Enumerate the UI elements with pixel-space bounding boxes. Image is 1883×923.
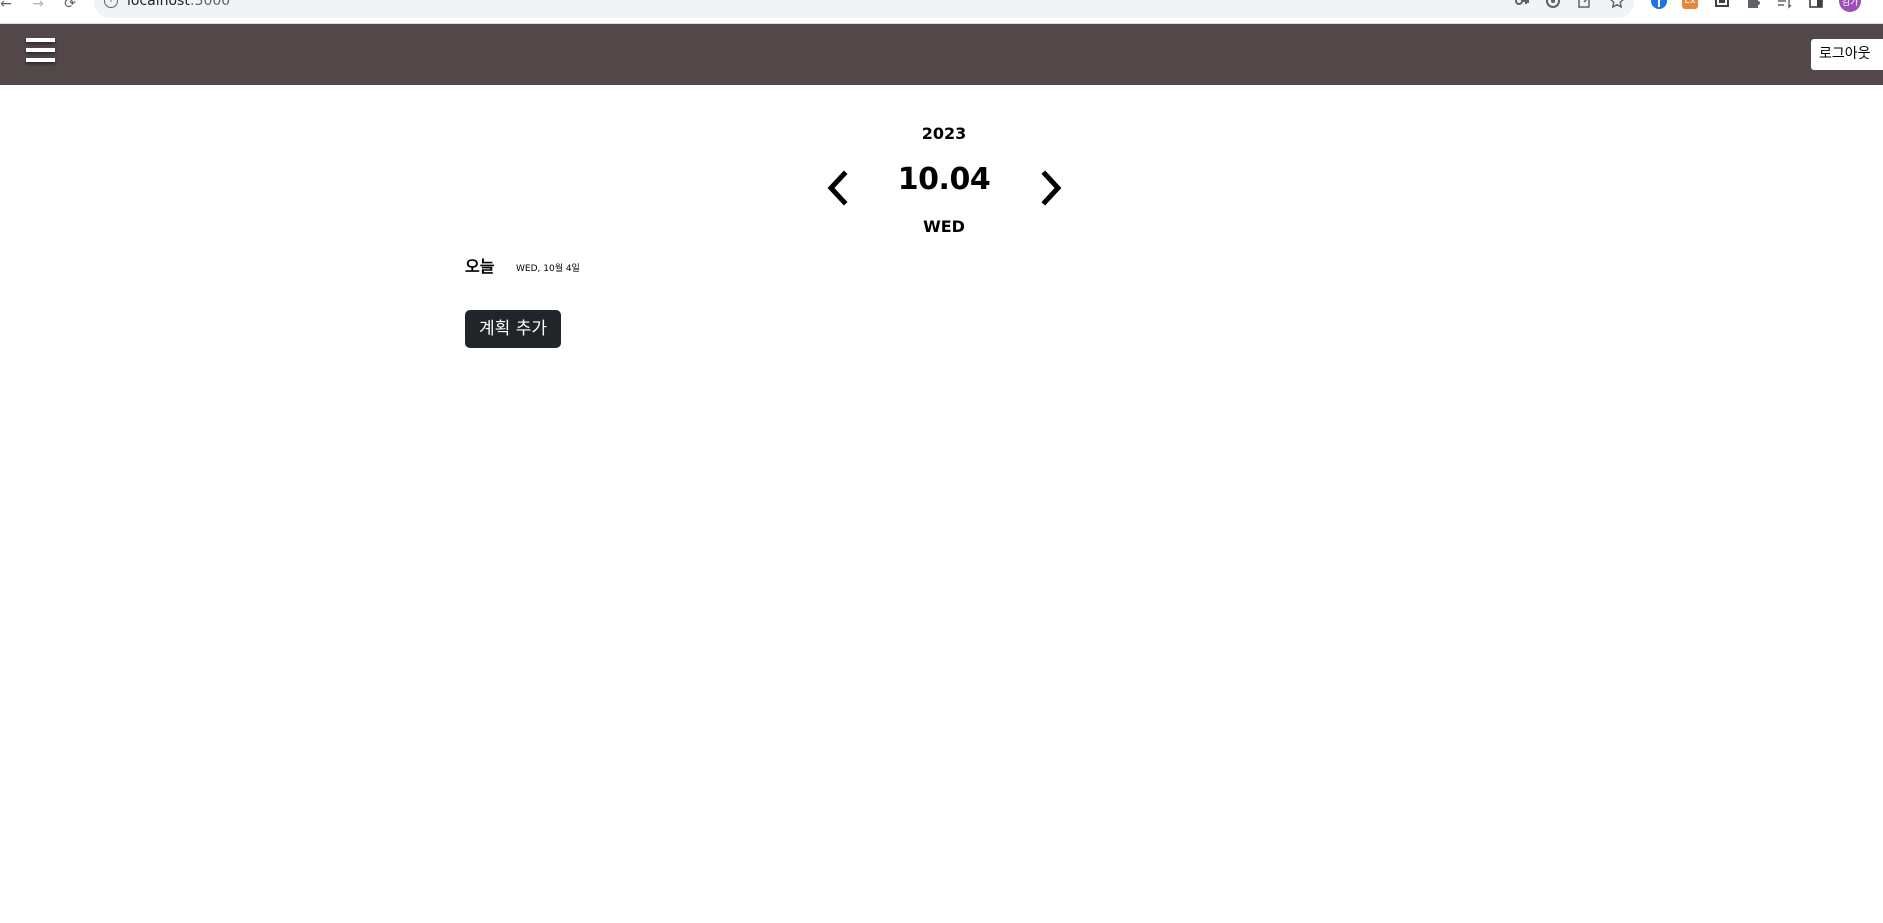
- weekday-label: WED: [923, 217, 965, 236]
- bookmark-star-icon[interactable]: [1609, 0, 1625, 9]
- side-panel-icon[interactable]: [1808, 0, 1824, 9]
- extension-blue-icon[interactable]: [1651, 0, 1667, 9]
- profile-avatar[interactable]: 김가: [1839, 0, 1861, 12]
- google-lens-icon[interactable]: [1545, 0, 1561, 9]
- address-bar[interactable]: [94, 0, 1634, 18]
- year-label: 2023: [921, 124, 967, 143]
- add-plan-button[interactable]: 계획 추가: [465, 310, 561, 348]
- extensions-puzzle-icon[interactable]: [1745, 0, 1761, 9]
- extension-box-icon[interactable]: [1714, 0, 1730, 9]
- extension-orange-icon[interactable]: Ex: [1682, 0, 1698, 9]
- url-text[interactable]: localhost:3000: [127, 0, 230, 8]
- today-heading: 오늘: [465, 257, 495, 276]
- today-date-text: WED, 10월 4일: [516, 264, 580, 274]
- app-header: 로그아웃: [0, 24, 1883, 85]
- back-arrow-icon[interactable]: ←: [0, 0, 16, 14]
- browser-toolbar: ← → ⟳ i localhost:3000 Ex 김가: [0, 0, 1883, 24]
- current-date-label: 10.04: [897, 162, 991, 197]
- logout-button[interactable]: 로그아웃: [1811, 39, 1883, 70]
- chevron-right-icon[interactable]: [1036, 170, 1066, 206]
- forward-arrow-icon[interactable]: →: [28, 0, 48, 14]
- key-icon[interactable]: [1514, 0, 1530, 9]
- reload-icon[interactable]: ⟳: [60, 0, 80, 14]
- reading-list-icon[interactable]: [1776, 0, 1792, 9]
- url-host: localhost: [127, 0, 190, 9]
- hamburger-menu-icon[interactable]: [26, 38, 55, 66]
- url-port: :3000: [189, 0, 231, 9]
- share-icon[interactable]: [1577, 0, 1593, 9]
